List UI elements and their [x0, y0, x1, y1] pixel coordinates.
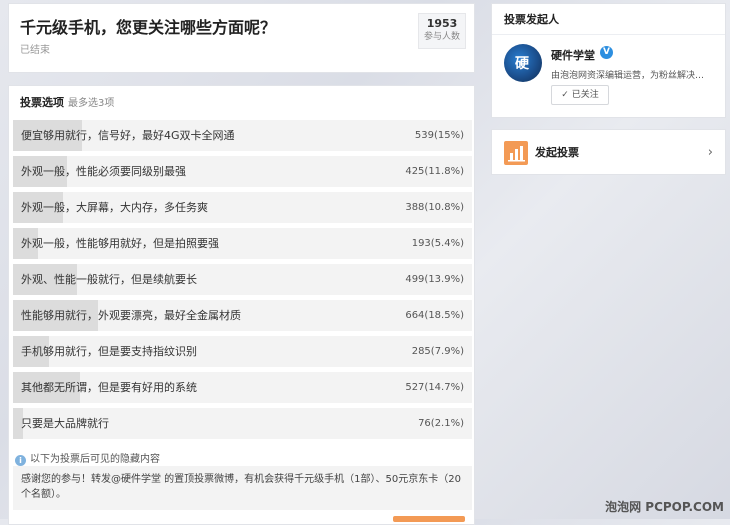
- option-row[interactable]: 性能够用就行，外观要漂亮，最好全金属材质 664(18.5%): [13, 300, 472, 331]
- option-value: 193(5.4%): [411, 238, 464, 249]
- hidden-content-note: i 以下为投票后可见的隐藏内容: [15, 450, 160, 466]
- option-row[interactable]: 其他都无所谓，但是要有好用的系统 527(14.7%): [13, 372, 472, 403]
- verified-icon: V: [600, 46, 613, 59]
- option-row[interactable]: 外观、性能一般就行，但是续航要长 499(13.9%): [13, 264, 472, 295]
- poll-header: 千元级手机，您更关注哪些方面呢？ 已结束 1953 参与人数: [8, 3, 475, 73]
- hidden-note-text: 以下为投票后可见的隐藏内容: [30, 454, 160, 465]
- watermark: 泡泡网 PCPOP.COM: [605, 500, 724, 514]
- participant-count-box: 1953 参与人数: [418, 13, 466, 49]
- option-value: 527(14.7%): [405, 382, 464, 393]
- start-poll-button[interactable]: 发起投票 ›: [491, 129, 726, 175]
- options-title: 投票选项: [20, 96, 64, 109]
- initiator-header: 投票发起人: [504, 13, 559, 26]
- option-label: 外观一般，大屏幕，大内存，多任务爽: [21, 201, 208, 214]
- option-label: 性能够用就行，外观要漂亮，最好全金属材质: [21, 309, 241, 322]
- avatar-glyph: 硬: [515, 56, 529, 72]
- option-label: 外观、性能一般就行，但是续航要长: [21, 273, 197, 286]
- option-row[interactable]: 只要是大品牌就行 76(2.1%): [13, 408, 472, 439]
- options-header: 投票选项 最多选3项: [20, 94, 114, 110]
- options-hint: 最多选3项: [68, 98, 115, 109]
- initiator-name[interactable]: 硬件学堂: [551, 47, 595, 63]
- participant-count: 1953: [426, 17, 458, 30]
- option-value: 285(7.9%): [411, 346, 464, 357]
- option-row[interactable]: 外观一般，性能必须要同级别最强 425(11.8%): [13, 156, 472, 187]
- submit-button-edge[interactable]: [393, 516, 465, 522]
- option-label: 其他都无所谓，但是要有好用的系统: [21, 381, 197, 394]
- option-value: 76(2.1%): [418, 418, 464, 429]
- poll-chart-icon-svg: [508, 146, 525, 162]
- followed-button[interactable]: ✓ 已关注: [551, 85, 609, 105]
- avatar[interactable]: 硬: [504, 44, 542, 82]
- option-label: 手机够用就行，但是要支持指纹识别: [21, 345, 197, 358]
- option-label: 只要是大品牌就行: [21, 417, 109, 430]
- start-poll-label: 发起投票: [535, 146, 579, 159]
- option-row[interactable]: 外观一般，性能够用就好，但是拍照要强 193(5.4%): [13, 228, 472, 259]
- divider: [492, 34, 725, 35]
- poll-options-card: 投票选项 最多选3项 便宜够用就行，信号好，最好4G双卡全网通 539(15%) 外…: [8, 85, 475, 525]
- thanks-message: 感谢您的参与！转发@硬件学堂 的置顶投票微博，有机会获得千元级手机（1部）、50…: [13, 466, 472, 510]
- poll-chart-icon: [504, 141, 528, 165]
- option-label: 外观一般，性能必须要同级别最强: [21, 165, 186, 178]
- option-value: 539(15%): [414, 130, 464, 141]
- option-row[interactable]: 手机够用就行，但是要支持指纹识别 285(7.9%): [13, 336, 472, 367]
- option-value: 664(18.5%): [405, 310, 464, 321]
- poll-status: 已结束: [20, 45, 50, 56]
- info-icon: i: [15, 455, 26, 466]
- option-row[interactable]: 外观一般，大屏幕，大内存，多任务爽 388(10.8%): [13, 192, 472, 223]
- option-value: 499(13.9%): [405, 274, 464, 285]
- initiator-description: 由泡泡网资深编辑运营，为粉丝解决…: [551, 71, 705, 81]
- option-row[interactable]: 便宜够用就行，信号好，最好4G双卡全网通 539(15%): [13, 120, 472, 151]
- option-value: 425(11.8%): [405, 166, 464, 177]
- option-label: 外观一般，性能够用就好，但是拍照要强: [21, 237, 219, 250]
- chevron-right-icon: ›: [707, 145, 713, 160]
- initiator-card: 投票发起人 硬 硬件学堂 V 由泡泡网资深编辑运营，为粉丝解决… ✓ 已关注: [491, 3, 726, 118]
- participant-count-label: 参与人数: [423, 32, 460, 42]
- poll-title: 千元级手机，您更关注哪些方面呢？: [20, 18, 277, 37]
- option-value: 388(10.8%): [405, 202, 464, 213]
- option-label: 便宜够用就行，信号好，最好4G双卡全网通: [21, 129, 235, 142]
- options-list: 便宜够用就行，信号好，最好4G双卡全网通 539(15%) 外观一般，性能必须要同…: [13, 120, 472, 444]
